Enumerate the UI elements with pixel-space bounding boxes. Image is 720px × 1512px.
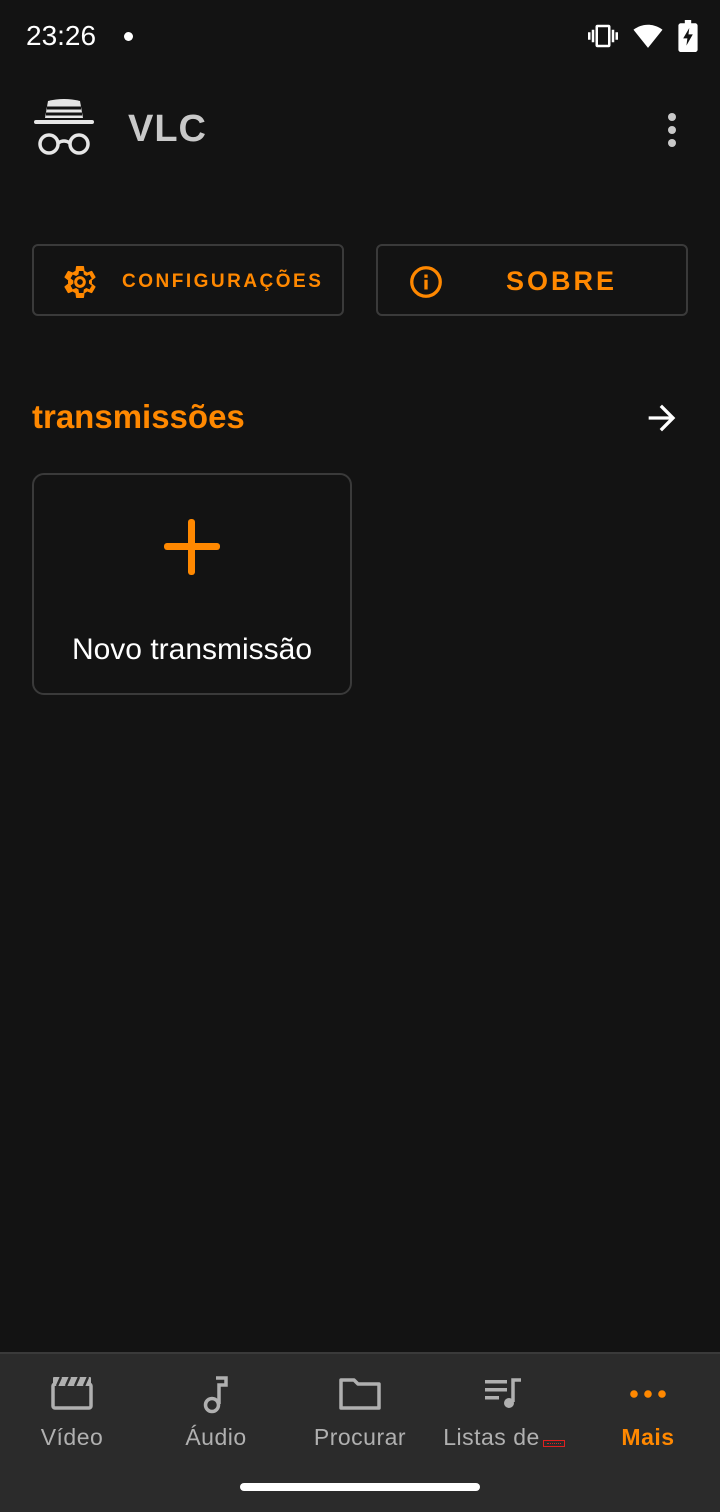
battery-charging-icon bbox=[678, 20, 698, 52]
more-vert-icon[interactable] bbox=[652, 106, 692, 154]
music-note-icon bbox=[203, 1376, 228, 1414]
nav-item-video[interactable]: Vídeo bbox=[0, 1354, 144, 1474]
nav-label-video: Vídeo bbox=[40, 1424, 104, 1450]
nav-label-playlists: Listas de bbox=[432, 1424, 576, 1451]
settings-label: CONFIGURAÇÕES bbox=[122, 271, 324, 292]
truncation-marker bbox=[542, 1440, 565, 1447]
folder-icon bbox=[339, 1378, 381, 1410]
about-button[interactable]: SOBRE bbox=[376, 244, 688, 316]
nav-label-audio: Áudio bbox=[185, 1424, 247, 1450]
app-bar: VLC bbox=[0, 84, 720, 180]
gear-icon bbox=[64, 266, 96, 298]
nav-item-audio[interactable]: Áudio bbox=[144, 1354, 288, 1474]
status-time: 23:26 bbox=[26, 20, 97, 51]
notification-dot bbox=[124, 32, 133, 41]
playlist-icon bbox=[485, 1378, 521, 1408]
arrow-right-icon[interactable] bbox=[642, 398, 682, 438]
new-stream-label: Novo transmissão bbox=[71, 633, 313, 666]
nav-item-more[interactable]: Mais bbox=[576, 1354, 720, 1474]
info-icon bbox=[410, 266, 442, 298]
streams-section-header: transmissões bbox=[32, 396, 688, 444]
nav-item-browse[interactable]: Procurar bbox=[288, 1354, 432, 1474]
settings-button[interactable]: CONFIGURAÇÕES bbox=[32, 244, 344, 316]
more-horiz-icon bbox=[630, 1390, 666, 1398]
streams-title: transmissões bbox=[32, 398, 245, 435]
status-bar: 23:26 bbox=[0, 0, 720, 72]
incognito-icon bbox=[34, 99, 94, 155]
nav-item-playlists[interactable]: Listas de bbox=[432, 1354, 576, 1474]
new-stream-card[interactable]: Novo transmissão bbox=[32, 473, 352, 695]
nav-label-more: Mais bbox=[621, 1424, 675, 1450]
app-title: VLC bbox=[128, 108, 207, 150]
about-label: SOBRE bbox=[506, 266, 618, 296]
wifi-icon bbox=[633, 24, 663, 48]
clapperboard-icon bbox=[51, 1376, 93, 1410]
vibrate-icon bbox=[588, 24, 618, 48]
status-icons bbox=[588, 20, 698, 52]
home-indicator[interactable] bbox=[240, 1483, 480, 1491]
plus-icon bbox=[164, 519, 220, 575]
nav-label-browse: Procurar bbox=[313, 1424, 407, 1450]
